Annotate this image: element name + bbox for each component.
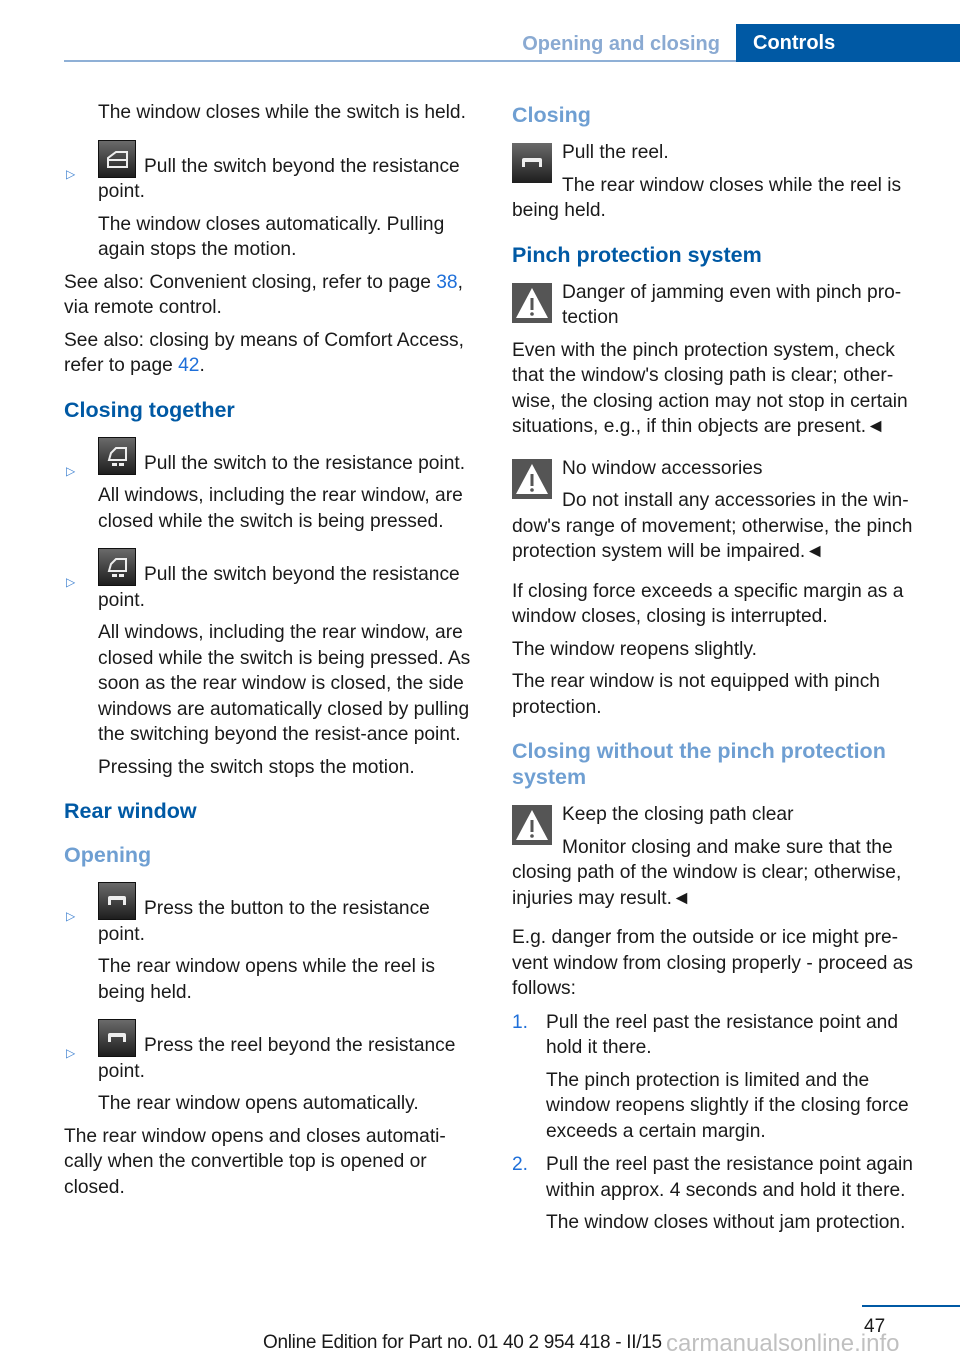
header-chapter-tab: Controls <box>736 24 960 62</box>
warning-block: Keep the closing path clear <box>512 802 930 845</box>
bullet-triangle-icon: ▷ <box>66 463 76 478</box>
bullet-triangle-icon: ▷ <box>66 166 76 181</box>
warning-triangle-icon <box>512 805 552 845</box>
intro-text: The window closes while the switch is he… <box>98 102 466 123</box>
numbered-step: 2. Pull the reel past the resistance poi… <box>512 1154 913 1233</box>
rear-window-button-icon <box>98 1019 136 1057</box>
page-link-38[interactable]: 38 <box>436 272 457 293</box>
see-also-2: See also: closing by means of Comfort Ac… <box>64 329 464 377</box>
list-item: ▷ Pull the switch beyond the resistance … <box>64 139 482 263</box>
bullet-triangle-icon: ▷ <box>66 1046 76 1060</box>
warning-triangle-icon <box>512 282 552 323</box>
bullet-triangle-icon: ▷ <box>66 575 76 589</box>
heading-opening: Opening <box>64 843 152 867</box>
window-switch-all-icon <box>98 436 136 475</box>
list-item: ▷ Pull the switch to the resistance poin… <box>64 436 482 535</box>
watermark: carmanualsonline.info <box>666 1330 900 1357</box>
rear-window-button-icon <box>512 143 552 183</box>
rear-window-note: The rear window opens and closes automat… <box>64 1125 446 1198</box>
numbered-step: 1. Pull the reel past the resistance poi… <box>512 1011 909 1142</box>
warning-triangle-icon <box>512 458 552 499</box>
bullet-detail: The window closes automatically. Pulling… <box>98 213 445 261</box>
page-link-42[interactable]: 42 <box>178 355 199 376</box>
list-item: ▷ Pull the switch beyond the resistance … <box>64 548 482 780</box>
heading-rear-window: Rear window <box>64 799 197 823</box>
bullet-triangle-icon: ▷ <box>66 909 76 923</box>
heading-closing-without-pinch: Closing without the pinch protection sys… <box>512 739 886 789</box>
edition-footer: Online Edition for Part no. 01 40 2 954 … <box>263 1332 662 1353</box>
heading-closing-together: Closing together <box>64 397 235 422</box>
left-column: The window closes while the switch is he… <box>64 100 482 1207</box>
footer-rule <box>862 1305 960 1307</box>
header-rule <box>64 60 736 62</box>
list-item: ▷ Press the reel beyond the resistance p… <box>64 1019 482 1117</box>
warning-block: Danger of jamming even with pinch pro-te… <box>512 280 930 331</box>
right-column: Closing Pull the reel. The rear window c… <box>512 100 930 1243</box>
heading-closing: Closing <box>512 103 591 127</box>
see-also-1: See also: Convenient closing, refer to p… <box>64 271 463 319</box>
window-switch-single-icon <box>98 139 136 178</box>
header-section-label: Opening and closing <box>522 33 720 55</box>
closing-instruction: Pull the reel. <box>512 140 930 183</box>
warning-block: No window accessories <box>512 456 930 499</box>
heading-pinch-protection: Pinch protection system <box>512 242 762 267</box>
list-item: ▷ Press the button to the resistance poi… <box>64 882 482 1005</box>
rear-window-button-icon <box>98 882 136 920</box>
window-switch-all-icon <box>98 548 136 586</box>
